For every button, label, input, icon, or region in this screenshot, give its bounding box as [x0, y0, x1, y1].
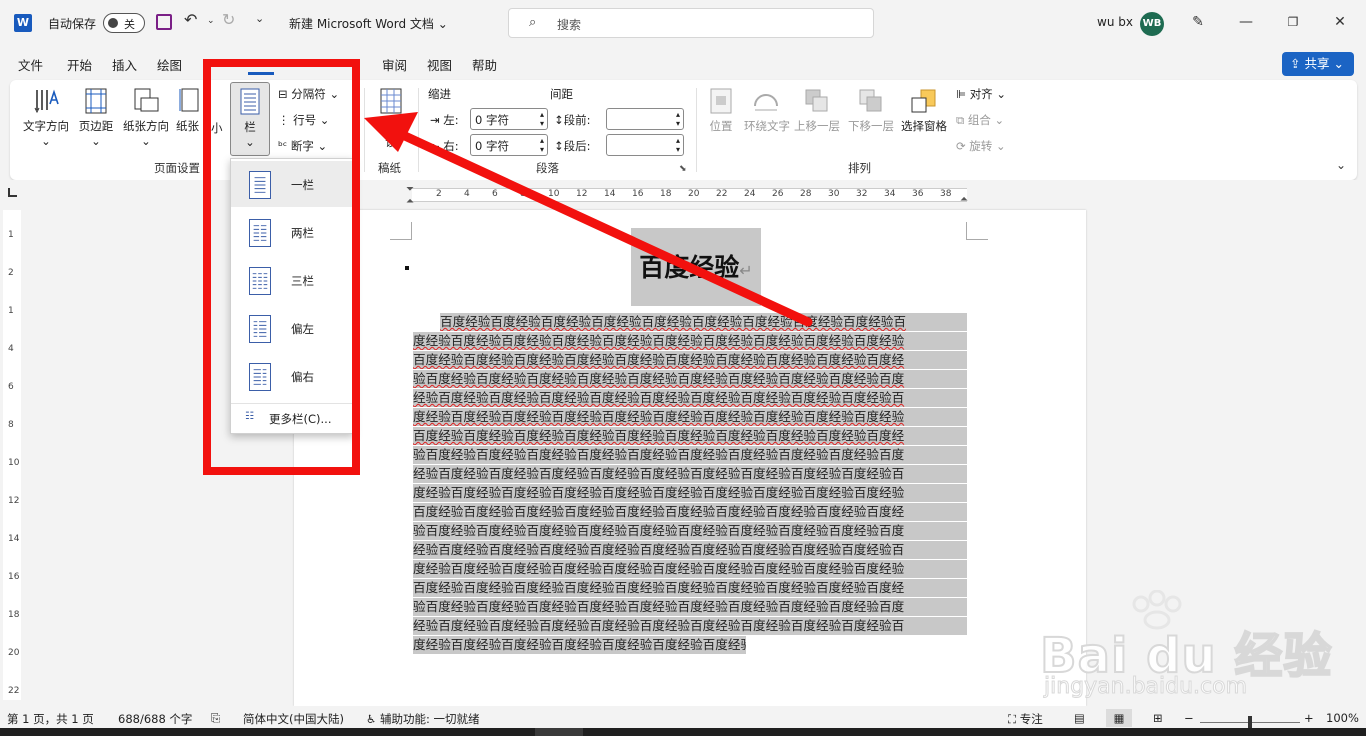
word-window: W 自动保存 关 ↶ ⌄ ↻ ⌄ 新建 Microsoft Word 文档 ⌄ … — [0, 0, 1366, 736]
zoom-slider-thumb[interactable] — [1248, 716, 1252, 728]
word-count[interactable]: 688/688 个字 — [118, 711, 192, 727]
zoom-out-icon[interactable]: − — [1184, 711, 1194, 725]
taskbar — [0, 728, 1366, 736]
baidu-watermark: Bai du 经验 jingyan.baidu.com — [1030, 590, 1332, 710]
read-mode-icon[interactable]: ▤ — [1074, 711, 1085, 725]
language-status[interactable]: 简体中文(中国大陆) — [243, 711, 344, 727]
print-layout-icon[interactable]: ▦ — [1106, 709, 1132, 727]
focus-button[interactable]: ⛶ 专注 — [1008, 711, 1043, 727]
watermark-url: jingyan.baidu.com — [1043, 674, 1248, 700]
taskbar-app[interactable] — [535, 728, 583, 736]
accessibility-icon: ♿ — [366, 712, 377, 726]
web-layout-icon[interactable]: ⊞ — [1153, 711, 1163, 725]
focus-icon: ⛶ — [1008, 712, 1017, 726]
zoom-level[interactable]: 100% — [1326, 711, 1359, 725]
accessibility-status[interactable]: ♿ 辅助功能: 一切就绪 — [366, 711, 480, 727]
zoom-in-icon[interactable]: + — [1304, 711, 1314, 725]
page-count[interactable]: 第 1 页，共 1 页 — [7, 711, 94, 727]
proofing-icon[interactable]: ⎘ — [211, 711, 220, 726]
